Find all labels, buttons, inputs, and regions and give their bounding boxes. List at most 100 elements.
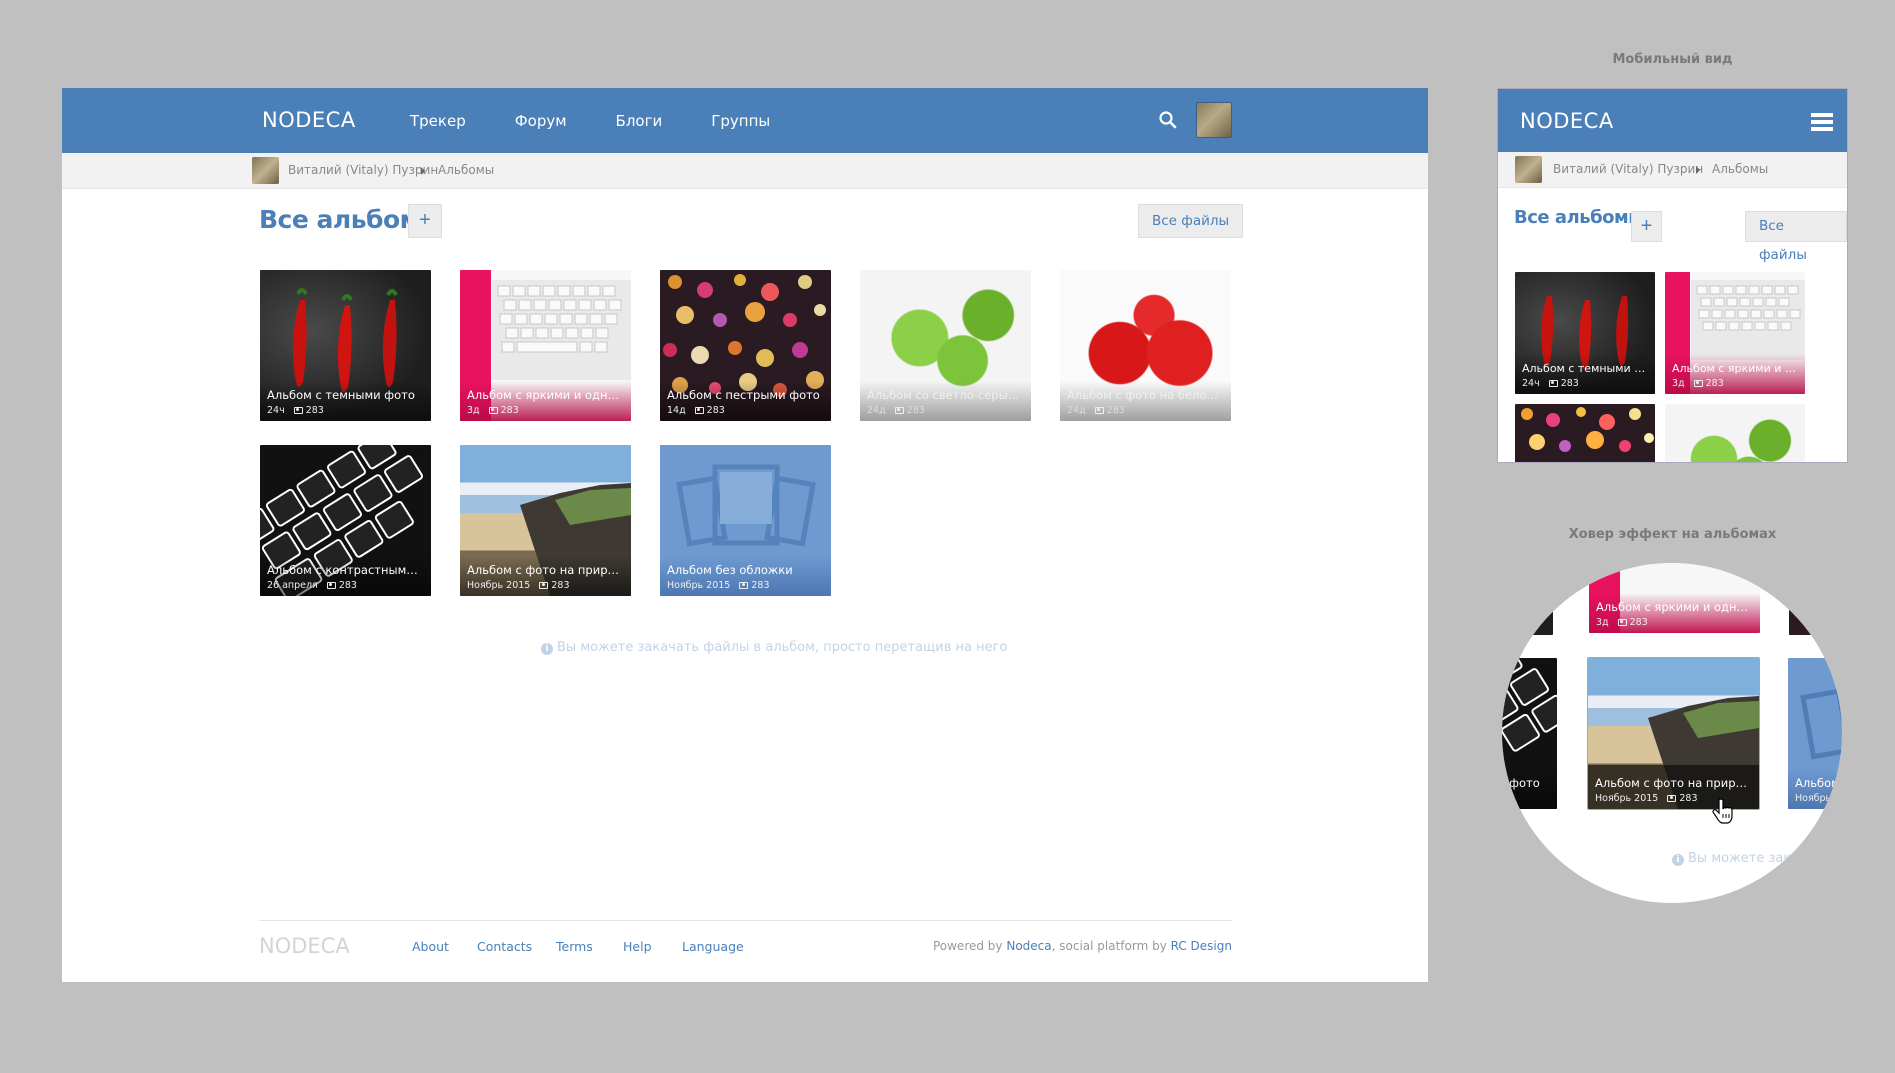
album-cover (1521, 407, 1654, 452)
footer-link-terms[interactable]: Terms (556, 939, 593, 954)
album-card[interactable] (1665, 404, 1805, 462)
album-title: Альбом (1795, 776, 1840, 790)
album-card[interactable] (1502, 563, 1553, 635)
desktop-mockup: NODECA Трекер Форум Блоги Группы Виталий… (62, 88, 1428, 982)
album-card[interactable]: Альбом без обложки Ноябрь 2015 283 (660, 445, 831, 596)
drop-hint: i Вы можете закачать файлы в альбом, прос… (541, 640, 1007, 655)
album-title: Альбом с контрастными фото (267, 563, 425, 577)
album-title: Альбом с яркими и од... (1672, 362, 1799, 375)
album-card[interactable]: Альбом с яркими и однотон... 3д283 (1589, 563, 1760, 633)
camera-icon (694, 407, 704, 414)
mobile-header-bar: NODECA (1498, 89, 1847, 152)
album-card[interactable]: Альбом с пестрыми фото 14д 283 (660, 270, 831, 421)
camera-icon (1094, 407, 1104, 414)
breadcrumb-separator-icon (1696, 166, 1700, 174)
hamburger-menu-icon[interactable] (1811, 113, 1833, 131)
album-meta: 14д 283 (667, 405, 725, 416)
album-meta: 26 апреля 283 (267, 580, 357, 591)
main-nav: Трекер Форум Блоги Группы (410, 88, 819, 153)
album-card-hovered[interactable]: Альбом с фото на природе Ноябрь 2015 283 (1588, 658, 1759, 809)
camera-icon (539, 582, 549, 589)
album-card[interactable]: Альбом с фото на природе Ноябрь 2015 283 (460, 445, 631, 596)
camera-icon (1548, 380, 1558, 387)
all-files-button[interactable]: Все файлы (1138, 204, 1244, 238)
camera-icon (293, 407, 303, 414)
album-title: Альбом со светло-серыми ф... (867, 388, 1025, 402)
album-card[interactable]: Альбом с темными фото 24ч283 (260, 270, 431, 421)
album-title: Альбом без обложки (667, 563, 793, 577)
camera-icon (1617, 619, 1627, 626)
breadcrumb-user[interactable]: Виталий (Vitaly) Пузрин (288, 163, 438, 177)
breadcrumb-separator-icon (421, 167, 425, 175)
album-card[interactable]: Альбом с контрастными фото 26 апреля283 (260, 445, 431, 596)
mobile-site-logo[interactable]: NODECA (1520, 109, 1614, 133)
hand-pointer-icon (1712, 798, 1733, 824)
footer-divider (259, 920, 1232, 921)
album-meta: Ноябрь 2015 283 (1595, 793, 1698, 804)
camera-icon (1693, 380, 1703, 387)
nav-blogs[interactable]: Блоги (616, 112, 663, 130)
footer-link-contacts[interactable]: Contacts (477, 939, 532, 954)
nodeca-link[interactable]: Nodeca (1006, 939, 1051, 953)
breadcrumb: Виталий (Vitaly) Пузрин Альбомы (62, 153, 1428, 189)
album-card[interactable]: Альбом с яркими и од... 3д 283 (1665, 272, 1805, 394)
drop-hint: i Вы можете закач (1672, 851, 1807, 866)
album-title: Альбом с фото на природе (1595, 776, 1753, 790)
album-card[interactable]: и фото (1502, 658, 1557, 809)
footer-logo[interactable]: NODECA (259, 934, 350, 958)
breadcrumb-user[interactable]: Виталий (Vitaly) Пузрин (1553, 162, 1703, 176)
site-logo[interactable]: NODECA (262, 108, 356, 132)
mobile-all-files-button[interactable]: Все файлы (1745, 211, 1847, 263)
footer-link-about[interactable]: About (412, 939, 449, 954)
album-card[interactable]: Альбом Ноябрь (1788, 658, 1842, 809)
album-meta: 3д 283 (467, 405, 519, 416)
camera-icon (488, 407, 498, 414)
breadcrumb-avatar[interactable] (252, 157, 279, 184)
info-icon: i (541, 643, 553, 655)
album-title: Альбом с фото на природе (467, 563, 625, 577)
album-meta: Ноябрь 2015 283 (467, 580, 570, 591)
breadcrumb-avatar[interactable] (1515, 156, 1542, 183)
user-avatar[interactable] (1196, 102, 1232, 138)
album-meta: Ноябрь (1795, 793, 1832, 804)
footer-link-help[interactable]: Help (623, 939, 652, 954)
breadcrumb-section[interactable]: Альбомы (1712, 162, 1768, 176)
album-title: Альбом с темными фото (1522, 362, 1649, 375)
header-bar: NODECA Трекер Форум Блоги Группы (62, 88, 1428, 153)
album-card[interactable]: Альбом с темными фото 24ч283 (1515, 272, 1655, 394)
add-album-button[interactable]: + (408, 204, 442, 238)
nav-forum[interactable]: Форум (515, 112, 567, 130)
breadcrumb-section[interactable]: Альбомы (438, 163, 494, 177)
album-meta: 3д 283 (1672, 378, 1724, 389)
album-title: Альбом с пестрыми фото (667, 388, 820, 402)
mobile-view-label: Мобильный вид (1612, 52, 1733, 67)
camera-icon (326, 582, 336, 589)
album-meta: Ноябрь 2015 283 (667, 580, 770, 591)
album-title: Альбом с яркими и однотон... (1596, 600, 1754, 614)
album-meta: 24д 283 (1067, 405, 1125, 416)
mobile-page-title: Все альбомы (1514, 207, 1645, 228)
info-icon: i (1672, 854, 1684, 866)
album-title: Альбом с темными фото (267, 388, 415, 402)
powered-by: Powered by Nodeca, social platform by RC… (932, 939, 1232, 953)
album-title: и фото (1502, 776, 1540, 790)
album-meta: 3д 283 (1596, 617, 1648, 628)
album-title: Альбом с фото на белом фо... (1067, 388, 1225, 402)
search-icon[interactable] (1158, 110, 1178, 130)
album-meta: 24ч 283 (1522, 378, 1579, 389)
nav-tracker[interactable]: Трекер (410, 112, 466, 130)
rcdesign-link[interactable]: RC Design (1171, 939, 1232, 953)
camera-icon (739, 582, 749, 589)
album-card[interactable] (1789, 563, 1842, 635)
album-card[interactable]: Альбом с яркими и однотон... 3д283 (460, 270, 631, 421)
nav-groups[interactable]: Группы (711, 112, 770, 130)
mobile-breadcrumb: Виталий (Vitaly) Пузрин Альбомы (1498, 152, 1847, 188)
album-card[interactable] (1515, 404, 1655, 462)
hover-effect-zoom: Альбом с яркими и однотон... 3д283 и фот… (1502, 563, 1842, 903)
album-meta: 24ч 283 (267, 405, 324, 416)
album-card[interactable]: Альбом с фото на белом фо... 24д283 (1060, 270, 1231, 421)
footer-link-language[interactable]: Language (682, 939, 744, 954)
album-meta: 24д 283 (867, 405, 925, 416)
album-card[interactable]: Альбом со светло-серыми ф... 24д283 (860, 270, 1031, 421)
mobile-add-album-button[interactable]: + (1631, 211, 1662, 242)
